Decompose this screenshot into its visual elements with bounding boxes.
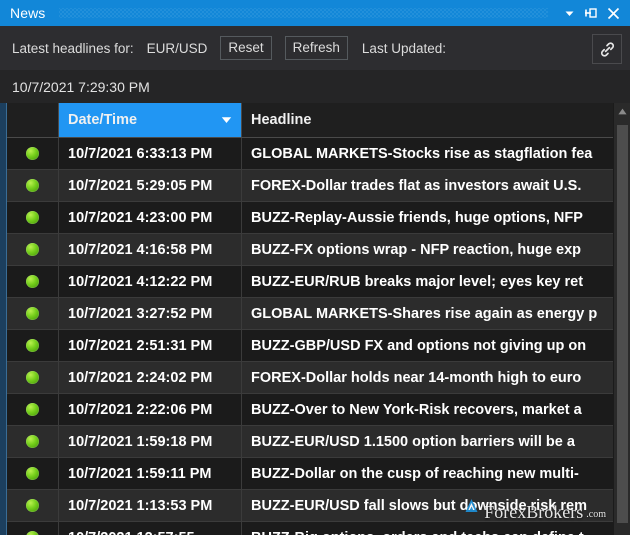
reset-button[interactable]: Reset [220,35,272,61]
last-updated-label: Last Updated: [361,40,446,56]
news-grid: Date/Time Headline 10/7/2021 6:33:13 PM G… [0,103,630,535]
row-status-cell [7,394,59,425]
row-headline-cell: FOREX-Dollar trades flat as investors aw… [251,177,582,194]
row-datetime-cell: 10/7/2021 2:51:31 PM [59,330,242,361]
table-row[interactable]: 10/7/2021 3:27:52 PM GLOBAL MARKETS-Share… [7,298,613,330]
status-dot-icon [26,435,39,448]
last-updated-timestamp: 10/7/2021 7:29:30 PM [12,78,150,95]
status-dot-icon [26,179,39,192]
status-dot-icon [26,499,39,512]
table-row[interactable]: 10/7/2021 1:13:53 PM BUZZ-EUR/USD fall sl… [7,490,613,522]
row-datetime-cell: 10/7/2021 1:13:53 PM [59,490,242,521]
row-datetime-cell: 10/7/2021 12:57:55... [59,522,242,535]
news-toolbar: Latest headlines for: EUR/USD Reset Refr… [0,26,630,70]
row-status-cell [7,426,59,457]
symbol-value: EUR/USD [146,40,208,56]
chevron-down-icon[interactable] [558,0,580,26]
row-headline-cell: GLOBAL MARKETS-Stocks rise as stagflatio… [251,145,593,162]
row-status-cell [7,362,59,393]
grid-left-edge [0,103,7,535]
column-header-headline-label: Headline [251,112,312,128]
row-status-cell [7,298,59,329]
chain-link-icon[interactable] [592,34,622,64]
row-datetime-cell: 10/7/2021 4:12:22 PM [59,266,242,297]
row-datetime-cell: 10/7/2021 4:23:00 PM [59,202,242,233]
row-datetime-cell: 10/7/2021 4:16:58 PM [59,234,242,265]
status-dot-icon [26,371,39,384]
status-dot-icon [26,307,39,320]
scroll-up-arrow-icon[interactable] [614,103,630,120]
row-datetime-cell: 10/7/2021 2:24:02 PM [59,362,242,393]
row-status-cell [7,330,59,361]
table-row[interactable]: 10/7/2021 6:33:13 PM GLOBAL MARKETS-Stock… [7,138,613,170]
row-headline-cell: BUZZ-GBP/USD FX and options not giving u… [251,337,587,354]
row-datetime-cell: 10/7/2021 3:27:52 PM [59,298,242,329]
row-headline-cell: GLOBAL MARKETS-Shares rise again as ener… [251,305,598,322]
row-status-cell [7,170,59,201]
status-dot-icon [26,467,39,480]
table-row[interactable]: 10/7/2021 2:51:31 PM BUZZ-GBP/USD FX and … [7,330,613,362]
table-row[interactable]: 10/7/2021 4:12:22 PM BUZZ-EUR/RUB breaks … [7,266,613,298]
row-status-cell [7,458,59,489]
news-panel: News Latest headlines for: EUR/USD Reset [0,0,630,535]
row-status-cell [7,522,59,535]
pin-icon[interactable] [580,0,602,26]
table-row[interactable]: 10/7/2021 2:24:02 PM FOREX-Dollar holds n… [7,362,613,394]
column-header-status[interactable] [7,103,59,137]
row-headline-cell: FOREX-Dollar holds near 14-month high to… [251,369,582,386]
row-datetime-cell: 10/7/2021 1:59:11 PM [59,458,242,489]
row-headline-cell: BUZZ-Dollar on the cusp of reaching new … [251,465,579,482]
window-title: News [10,5,46,21]
latest-headlines-label: Latest headlines for: [12,40,134,56]
status-dot-icon [26,339,39,352]
status-dot-icon [26,275,39,288]
grid-header-row: Date/Time Headline [7,103,613,138]
table-row[interactable]: 10/7/2021 2:22:06 PM BUZZ-Over to New Yor… [7,394,613,426]
last-updated-timestamp-row: 10/7/2021 7:29:30 PM [0,70,630,103]
titlebar-grip [59,8,548,18]
table-row[interactable]: 10/7/2021 1:59:18 PM BUZZ-EUR/USD 1.1500 … [7,426,613,458]
row-datetime-cell: 10/7/2021 5:29:05 PM [59,170,242,201]
status-dot-icon [26,211,39,224]
row-status-cell [7,234,59,265]
table-row[interactable]: 10/7/2021 4:23:00 PM BUZZ-Replay-Aussie f… [7,202,613,234]
grid-rows: 10/7/2021 6:33:13 PM GLOBAL MARKETS-Stock… [7,138,613,535]
sort-descending-icon [221,112,232,128]
table-row[interactable]: 10/7/2021 12:57:55...BUZZ-Big options, o… [7,522,613,535]
close-icon[interactable] [602,0,624,26]
row-headline-cell: BUZZ-EUR/RUB breaks major level; eyes ke… [251,273,584,290]
row-status-cell [7,138,59,169]
vertical-scrollbar[interactable] [613,103,630,535]
window-titlebar: News [0,0,630,26]
table-row[interactable]: 10/7/2021 5:29:05 PM FOREX-Dollar trades … [7,170,613,202]
refresh-button[interactable]: Refresh [284,35,348,61]
column-header-datetime[interactable]: Date/Time [59,103,242,137]
status-dot-icon [26,531,39,535]
status-dot-icon [26,243,39,256]
row-status-cell [7,266,59,297]
row-headline-cell: BUZZ-Replay-Aussie friends, huge options… [251,209,583,226]
row-headline-cell: BUZZ-FX options wrap - NFP reaction, hug… [251,241,582,258]
column-header-headline[interactable]: Headline [242,103,613,137]
row-datetime-cell: 10/7/2021 2:22:06 PM [59,394,242,425]
column-header-datetime-label: Date/Time [68,112,138,128]
row-headline-cell: BUZZ-EUR/USD 1.1500 option barriers will… [251,433,575,450]
table-row[interactable]: 10/7/2021 1:59:11 PM BUZZ-Dollar on the c… [7,458,613,490]
row-headline-cell: BUZZ-Big options, orders and techs can d… [242,522,613,535]
row-status-cell [7,202,59,233]
scrollbar-thumb[interactable] [617,125,628,523]
row-datetime-cell: 10/7/2021 1:59:18 PM [59,426,242,457]
row-headline-cell: BUZZ-EUR/USD fall slows but downside ris… [251,497,587,514]
row-headline-cell: BUZZ-Over to New York-Risk recovers, mar… [251,401,582,418]
status-dot-icon [26,147,39,160]
row-status-cell [7,490,59,521]
row-datetime-cell: 10/7/2021 6:33:13 PM [59,138,242,169]
table-row[interactable]: 10/7/2021 4:16:58 PM BUZZ-FX options wrap… [7,234,613,266]
status-dot-icon [26,403,39,416]
